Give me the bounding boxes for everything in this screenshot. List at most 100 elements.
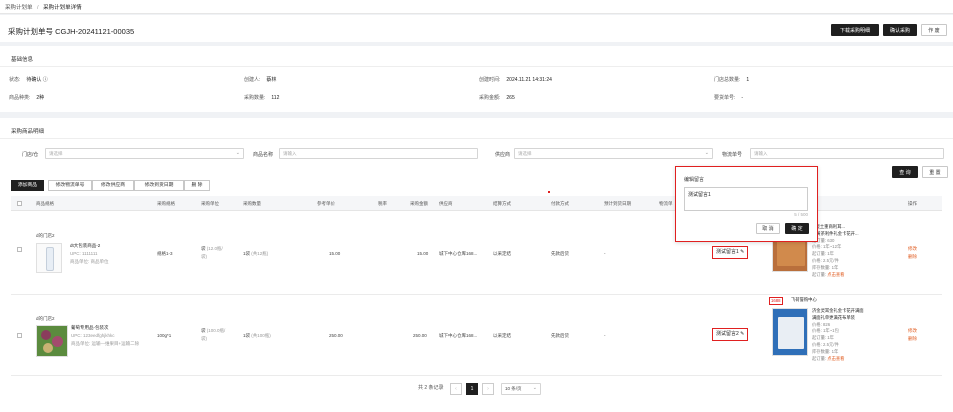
col-amount: 采购金额 [410, 201, 428, 206]
select-all-checkbox[interactable] [17, 201, 22, 206]
ad2-badge: 1688 [769, 297, 783, 305]
edit-remark-popover: 编辑留言 测试留言1 5 / 500 取 消 确 定 [675, 166, 818, 242]
status-label: 状态: [9, 77, 21, 83]
row-store: d的门店2 [36, 316, 55, 321]
divider [0, 138, 953, 139]
qty-sub: (共100瓶) [251, 333, 271, 338]
product-sub: 商品单位: 商品单位 [70, 259, 109, 264]
amount-label: 采购金额: [479, 95, 501, 101]
unit-main: 袋 [201, 246, 206, 251]
ad1-line1: ...瓷土重商利耳... [812, 224, 845, 229]
page-title: 采购计划单号 CGJH-20241121-00035 [8, 27, 135, 36]
remark-field[interactable]: 测试留言2 ✎ [712, 328, 749, 341]
breadcrumb-sep: / [37, 5, 39, 11]
qty-value: 1袋 (共12瓶) [243, 251, 268, 257]
unit-main: 袋 [201, 328, 206, 333]
ok-button[interactable]: 确 定 [785, 223, 809, 234]
edit-link[interactable]: 修改 [908, 328, 917, 334]
remark-field[interactable]: 测试留言1 ✎ [712, 246, 749, 259]
download-button[interactable]: 下载采购明细 [831, 24, 879, 36]
ad2-view-link[interactable]: 点击查看 [827, 356, 844, 361]
amount-value: 250.00 [413, 333, 427, 338]
cancel-button[interactable]: 取 消 [756, 223, 780, 234]
kinds-value: 2种 [36, 95, 45, 101]
name-filter-label: 商品名称 [253, 152, 274, 158]
track-input[interactable]: 请输入 [750, 148, 944, 159]
qty-main: 1袋 [243, 251, 251, 256]
next-page-icon[interactable]: › [482, 383, 494, 395]
delete-link[interactable]: 删除 [908, 254, 917, 260]
void-button[interactable]: 作 废 [921, 24, 947, 36]
created-value: 2024.11.21 14:31:24 [506, 77, 552, 83]
ad2-line5: 起订量: 1年 [812, 335, 834, 341]
ad-image[interactable] [772, 308, 808, 356]
col-supplier: 供应商 [439, 201, 453, 206]
ad1-line2: 浆黄茶利件礼金卡花开... [812, 230, 859, 236]
ad2-line7: 库存数量: 1年 [812, 348, 839, 354]
track-filter-label: 物流单号 [722, 152, 743, 158]
reset-button[interactable]: 重 置 [922, 166, 948, 178]
ad2-line1: 济金灵耳金礼金卡花开满面 [812, 308, 864, 313]
name-input[interactable]: 请输入 [279, 148, 478, 159]
chevron-down-icon: ⌄ [235, 150, 240, 156]
popover-title: 编辑留言 [684, 177, 705, 183]
chevron-down-icon: ⌄ [532, 385, 537, 391]
col-settle: 结算方式 [493, 201, 511, 206]
prev-page-icon[interactable]: ‹ [450, 383, 462, 395]
ad2-line8-label: 起订量: [812, 355, 827, 361]
store-select[interactable]: 请选择 ⌄ [45, 148, 244, 159]
purchase-spec: 100g*1 [157, 333, 172, 338]
pay-value: 先款后货 [551, 251, 569, 256]
page-header: 采购计划单号 CGJH-20241121-00035 下载采购明细 确认采购 作… [0, 15, 953, 42]
qty-label: 采购数量: [244, 95, 266, 101]
confirm-purchase-button[interactable]: 确认采购 [883, 24, 917, 36]
delete-link[interactable]: 删除 [908, 336, 917, 342]
ship-field: 要货单号: - [714, 94, 743, 101]
settle-value: 以采定结 [493, 251, 511, 256]
remark-textarea[interactable]: 测试留言1 [684, 187, 808, 211]
divider [0, 66, 953, 67]
grape-shape [52, 336, 63, 347]
kinds-label: 商品种类: [9, 95, 31, 101]
amount-value: 265 [506, 95, 515, 101]
tab-edit-supplier[interactable]: 修改供应商 [92, 180, 134, 191]
ad-image-shape [778, 317, 804, 349]
tab-delete[interactable]: 删 除 [184, 180, 210, 191]
status-badge: 待确认 ⓘ [26, 77, 48, 83]
row-checkbox[interactable] [17, 333, 22, 338]
query-button[interactable]: 查 询 [892, 166, 918, 178]
col-tracking: 物流单 [659, 201, 673, 206]
page-size-select[interactable]: 10 条/页 ⌄ [501, 383, 541, 395]
ad1-line7: 库存数量: 1年 [812, 264, 839, 270]
col-pay: 付款方式 [551, 201, 569, 206]
tab-edit-tracking[interactable]: 修改物流单号 [48, 180, 92, 191]
supplier-select-placeholder: 请选择 [518, 151, 532, 156]
required-mark [548, 191, 550, 193]
ad2-shop[interactable]: 飞荷誉购中心 [791, 297, 817, 304]
breadcrumb: 采购计划单 / 采购计划单详情 [0, 0, 953, 14]
row-checkbox[interactable] [17, 247, 22, 252]
ad1-view-link[interactable]: 点击查看 [827, 272, 844, 277]
edit-link[interactable]: 修改 [908, 246, 917, 252]
ad1-text: ...瓷土重商利耳... 浆黄茶利件礼金卡花开... 起订量: 630 价格: … [812, 224, 859, 278]
store-select-placeholder: 请选择 [49, 151, 63, 156]
qty-value: 112 [271, 95, 280, 101]
ship-label: 要货单号: [714, 95, 736, 101]
tab-edit-eta[interactable]: 修改到货日期 [134, 180, 184, 191]
unit-conv-end: 袋) [201, 336, 207, 341]
tab-add-product[interactable]: 添加商品 [11, 180, 44, 191]
supplier-select[interactable]: 请选择 ⌄ [514, 148, 713, 159]
col-purchase-spec: 采购规格 [157, 201, 175, 206]
ad1-line8: 起订量: 点击查看 [812, 272, 859, 279]
stores-field: 门店总数量: 1 [714, 76, 749, 83]
amount-value: 15.00 [417, 251, 429, 256]
settle-value: 以采定结 [493, 333, 511, 338]
breadcrumb-parent[interactable]: 采购计划单 [5, 5, 33, 11]
ad2-line6: 价格: 2.5元/件 [812, 341, 839, 347]
page-button-1[interactable]: 1 [466, 383, 478, 395]
creator-field: 创建人: 蔡林 [244, 76, 276, 83]
purchase-spec: 规格1-3 [157, 251, 173, 256]
eta-value: - [604, 333, 606, 338]
product-name: dt大包装商品-2 [70, 243, 101, 248]
ship-value: - [741, 95, 744, 101]
